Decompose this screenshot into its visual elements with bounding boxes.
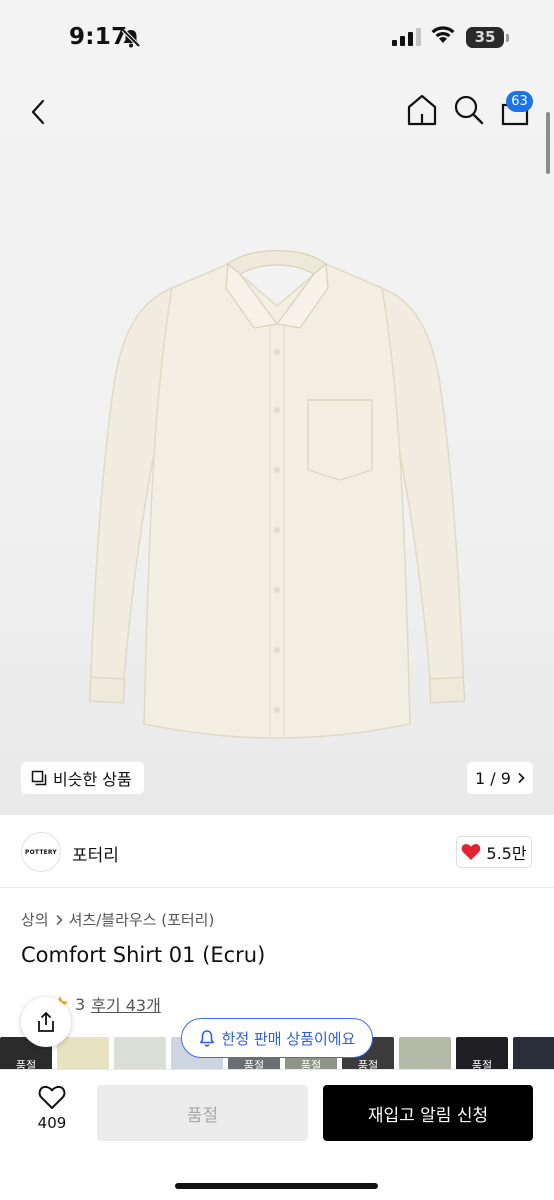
status-time: 9:17 [69,24,128,50]
product-image [88,250,466,739]
product-gallery[interactable]: 63 비슷한 상품 1 / 9 [0,74,554,815]
status-bar: 9:17 35 [0,0,554,74]
scroll-indicator [546,112,550,174]
search-icon [454,95,484,125]
color-swatch[interactable]: 품절 [456,1037,508,1069]
image-counter-text: 1 / 9 [475,768,511,788]
share-icon [38,1012,54,1032]
breadcrumb: 상의 셔츠/블라우스 (포터리) [21,909,214,930]
back-button[interactable] [20,94,56,130]
search-button[interactable] [451,92,487,128]
limited-sale-badge: 한정 판매 상품이에요 [181,1018,373,1058]
sold-out-label: 품절 [471,1059,493,1069]
similar-products-button[interactable]: 비슷한 상품 [21,762,144,794]
sold-out-label: 품절 [243,1059,265,1069]
color-swatch[interactable] [399,1037,451,1069]
battery-icon: 35 [466,27,504,48]
heart-outline-icon [38,1085,66,1109]
copy-icon [31,770,47,786]
color-swatch[interactable] [513,1037,554,1069]
product-name: Comfort Shirt 01 (Ecru) [21,943,266,967]
brand-like-button[interactable]: 5.5만 [456,836,532,868]
sold-out-label: 품절 [300,1059,322,1069]
chevron-left-icon [31,99,45,125]
battery-percent: 35 [474,28,496,46]
heart-filled-icon [462,844,481,860]
restock-alert-button[interactable]: 재입고 알림 신청 [323,1085,533,1141]
home-button[interactable] [404,92,440,128]
color-swatch[interactable] [57,1037,109,1069]
wishlist-button[interactable]: 409 [24,1084,80,1144]
wifi-icon [431,26,455,43]
share-button[interactable] [21,997,71,1047]
sold-out-label: 품절 [15,1059,37,1069]
brand-like-count: 5.5만 [486,844,527,863]
brand-row: POTTERY 포터리 5.5만 [0,815,554,888]
brand-name[interactable]: 포터리 [72,841,119,866]
color-swatch[interactable] [114,1037,166,1069]
brand-logo[interactable]: POTTERY [21,832,61,872]
breadcrumb-subcategory[interactable]: 셔츠/블라우스 (포터리) [69,909,215,930]
bell-icon [199,1030,214,1047]
home-icon [407,94,437,126]
chevron-right-icon [518,772,525,784]
bottom-action-bar: 409 품절 재입고 알림 신청 [0,1069,554,1200]
limited-sale-label: 한정 판매 상품이에요 [221,1029,356,1048]
sold-out-label: 품절 [357,1059,379,1069]
cellular-signal-icon [392,28,421,46]
home-indicator [175,1183,378,1189]
image-counter[interactable]: 1 / 9 [467,762,533,794]
cart-count-badge: 63 [506,91,533,112]
battery-cap [506,34,509,42]
review-link[interactable]: 후기 43개 [91,992,161,1016]
rating-value: 3 [75,994,86,1014]
bell-slash-icon [121,28,141,48]
chevron-right-icon [56,914,63,925]
similar-products-label: 비슷한 상품 [53,770,132,789]
wishlist-count: 409 [37,1114,67,1132]
breadcrumb-category[interactable]: 상의 [21,909,49,930]
sold-out-button: 품절 [97,1085,308,1141]
